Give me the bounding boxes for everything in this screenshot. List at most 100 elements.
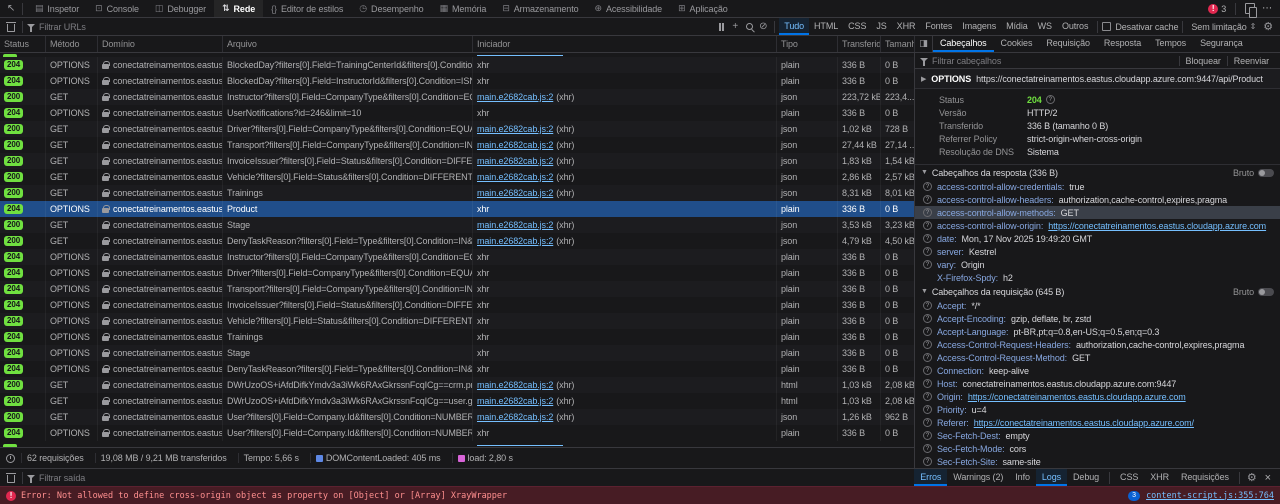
request-row[interactable]: 204OPTIONSconectatreinamentos.eastus.clo… [0,57,914,73]
request-row[interactable]: 204OPTIONSconectatreinamentos.eastus.clo… [0,329,914,345]
initiator-link[interactable]: main.e2682cab.js:2 [477,140,553,150]
help-icon[interactable]: ? [923,182,932,191]
request-url-row[interactable]: ▶ OPTIONS https://conectatreinamentos.ea… [915,69,1280,89]
clear-console-button[interactable] [4,473,18,483]
request-row[interactable]: 204OPTIONSconectatreinamentos.eastus.clo… [0,425,914,441]
details-tab-tempos[interactable]: Tempos [1148,36,1193,52]
network-settings-gear-icon[interactable]: ⚙ [1260,20,1276,33]
type-filter-html[interactable]: HTML [809,18,843,35]
request-row[interactable]: 200GETconectatreinamentos.eastus.cloudap… [0,121,914,137]
console-filter-logs[interactable]: Logs [1036,469,1067,486]
header-row[interactable]: ?vary:Origin [915,258,1280,271]
clear-requests-button[interactable] [4,22,18,32]
type-filter-fontes[interactable]: Fontes [920,18,957,35]
pick-element-icon[interactable]: ↖ [4,3,18,14]
console-filter-xhr[interactable]: XHR [1144,469,1175,486]
help-icon[interactable]: ? [923,314,932,323]
initiator-link[interactable]: main.e2682cab.js:2 [477,220,553,230]
type-filter-mídia[interactable]: Mídia [1001,18,1033,35]
toolbox-tab-acessibilidade[interactable]: ⊕Acessibilidade [587,0,671,17]
type-filter-imagens[interactable]: Imagens [957,18,1001,35]
column-header-domínio[interactable]: Domínio [98,36,223,52]
toolbox-tab-console[interactable]: ⊡Console [87,0,147,17]
header-row[interactable]: ?Access-Control-Request-Method:GET [915,351,1280,364]
error-source-link[interactable]: content-script.js:355:764 [1146,491,1274,501]
header-row[interactable]: ?Sec-Fetch-Site:same-site [915,455,1280,468]
initiator-link[interactable]: main.e2682cab.js:2 [477,92,553,102]
request-row[interactable]: 204OPTIONSconectatreinamentos.eastus.clo… [0,345,914,361]
help-icon[interactable]: ? [923,247,932,256]
type-filter-xhr[interactable]: XHR [892,18,921,35]
request-row[interactable]: 204OPTIONSconectatreinamentos.eastus.clo… [0,105,914,121]
help-icon[interactable]: ? [923,457,932,466]
toolbox-tab-armazenamento[interactable]: ⊟Armazenamento [494,0,586,17]
request-row[interactable]: 204OPTIONSconectatreinamentos.eastus.clo… [0,265,914,281]
column-header-status[interactable]: Status [0,36,46,52]
help-icon[interactable]: ? [923,444,932,453]
request-row[interactable]: 200GETconectatreinamentos.eastus.cloudap… [0,393,914,409]
request-row[interactable]: 204OPTIONSconectatreinamentos.eastus.clo… [0,281,914,297]
details-tab-cookies[interactable]: Cookies [994,36,1040,52]
initiator-link[interactable]: main.e2682cab.js:2 [477,236,553,246]
toolbox-tab-memória[interactable]: ▦Memória [432,0,495,17]
raw-toggle[interactable]: Bruto [1233,168,1274,178]
column-header-tipo[interactable]: Tipo [777,36,838,52]
initiator-link[interactable]: main.e2682cab.js:2 [477,188,553,198]
new-request-button[interactable]: + [728,21,742,32]
raw-toggle-switch[interactable] [1258,288,1274,296]
console-filter-erros[interactable]: Erros [914,469,947,486]
toolbox-tab-desempenho[interactable]: ◷Desempenho [351,0,431,17]
header-value[interactable]: https://conectatreinamentos.eastus.cloud… [1048,221,1266,231]
type-filter-js[interactable]: JS [871,18,891,35]
header-row[interactable]: ?Accept:*/* [915,299,1280,312]
details-tab-resposta[interactable]: Resposta [1097,36,1148,52]
type-filter-ws[interactable]: WS [1033,18,1057,35]
requests-count[interactable]: 62 requisições [21,453,89,463]
header-row[interactable]: ?server:Kestrel [915,245,1280,258]
raw-toggle[interactable]: Bruto [1233,287,1274,297]
disable-cache-checkbox[interactable] [1102,22,1111,31]
initiator-link[interactable]: main.e2682cab.js:2 [477,412,553,422]
header-row[interactable]: ?Referer:https://conectatreinamentos.eas… [915,416,1280,429]
block-button[interactable]: Bloquear [1179,56,1227,66]
header-row[interactable]: ?Access-Control-Request-Headers:authoriz… [915,338,1280,351]
help-icon[interactable]: ? [923,221,932,230]
toolbox-tab-aplicação[interactable]: ⊞Aplicação [670,0,736,17]
initiator-link[interactable]: main.e2682cab.js:2 [477,172,553,182]
type-filter-tudo[interactable]: Tudo [779,18,809,35]
column-header-método[interactable]: Método [46,36,98,52]
split-panel-icon[interactable]: ◨ [915,36,933,52]
headers-filter-placeholder[interactable]: Filtrar cabeçalhos [932,56,1001,66]
search-button[interactable] [742,23,756,30]
close-console-icon[interactable]: × [1260,472,1276,484]
request-row[interactable]: 200GETconectatreinamentos.eastus.cloudap… [0,233,914,249]
help-icon[interactable]: ? [923,208,932,217]
response-headers-title[interactable]: ▼Cabeçalhos da resposta (336 B)Bruto [915,165,1280,180]
help-icon[interactable]: ? [923,405,932,414]
toolbox-error-count[interactable]: ! 3 [1208,4,1226,14]
help-icon[interactable]: ? [1046,95,1055,104]
header-row[interactable]: ?date:Mon, 17 Nov 2025 19:49:20 GMT [915,232,1280,245]
header-row[interactable]: ?Origin:https://conectatreinamentos.east… [915,390,1280,403]
console-settings-gear-icon[interactable]: ⚙ [1244,471,1260,484]
header-row[interactable]: ?access-control-allow-credentials:true [915,180,1280,193]
help-icon[interactable]: ? [923,418,932,427]
initiator-link[interactable]: main.e2682cab.js:2 [477,396,553,406]
header-value[interactable]: https://conectatreinamentos.eastus.cloud… [968,392,1186,402]
console-filter-info[interactable]: Info [1009,469,1036,486]
toolbox-tab-debugger[interactable]: ◫Debugger [147,0,214,17]
url-filter-input[interactable]: Filtrar URLs [27,22,714,32]
request-row[interactable]: 200GETconectatreinamentos.eastus.cloudap… [0,153,914,169]
header-row[interactable]: ?Accept-Language:pt-BR,pt;q=0.8,en-US;q=… [915,325,1280,338]
header-row[interactable]: X-Firefox-Spdy:h2 [915,271,1280,284]
header-row[interactable]: ?access-control-allow-origin:https://con… [915,219,1280,232]
help-icon[interactable]: ? [923,234,932,243]
help-icon[interactable]: ? [923,195,932,204]
header-row[interactable]: ?access-control-allow-headers:authorizat… [915,193,1280,206]
header-row[interactable]: ?Connection:keep-alive [915,364,1280,377]
console-error-message[interactable]: ! Error: Not allowed to define cross-ori… [0,486,1280,504]
request-row[interactable]: 204OPTIONSconectatreinamentos.eastus.clo… [0,201,914,217]
request-row[interactable]: 200GETconectatreinamentos.eastus.cloudap… [0,377,914,393]
help-icon[interactable]: ? [923,392,932,401]
help-icon[interactable]: ? [923,353,932,362]
